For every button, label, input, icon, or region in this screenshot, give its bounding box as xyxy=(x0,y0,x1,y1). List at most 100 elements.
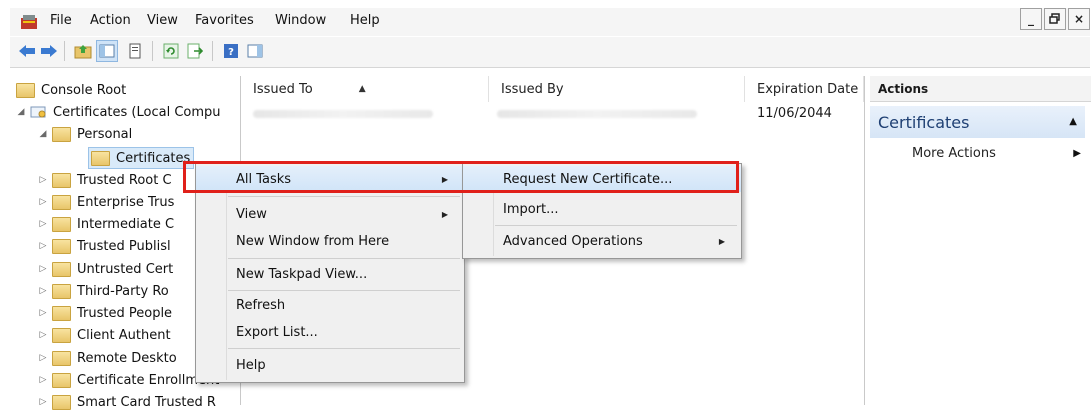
close-button[interactable]: × xyxy=(1068,8,1090,30)
tree-label: Third-Party Ro xyxy=(77,283,169,299)
window-controls: _ × xyxy=(1020,8,1090,30)
refresh-button[interactable] xyxy=(160,40,182,62)
menu-item-export-list[interactable]: Export List... xyxy=(196,319,464,345)
collapse-arrow-icon[interactable]: ◢ xyxy=(38,129,48,139)
menu-favorites[interactable]: Favorites xyxy=(195,13,254,28)
tree-item-certificates-local[interactable]: ◢ Certificates (Local Compu xyxy=(16,102,221,122)
tree-item-cert-enrollment[interactable]: ▷ Certificate Enrollment xyxy=(38,370,219,390)
context-menu: All Tasks ▶ View ▶ New Window from Here … xyxy=(195,163,465,383)
toolbar-separator xyxy=(152,41,153,61)
tree-item-client-auth[interactable]: ▷ Client Authent xyxy=(38,325,171,345)
folder-icon xyxy=(52,261,71,277)
expand-arrow-icon[interactable]: ▷ xyxy=(38,330,48,340)
show-hide-tree-button[interactable] xyxy=(96,40,118,62)
actions-section-certificates[interactable]: Certificates ▲ xyxy=(870,106,1085,138)
tree-label: Enterprise Trus xyxy=(77,194,175,210)
folder-icon xyxy=(52,172,71,188)
menu-item-view[interactable]: View ▶ xyxy=(196,201,464,227)
actions-pane: Actions Certificates ▲ More Actions ▶ xyxy=(870,76,1091,405)
menu-item-new-taskpad[interactable]: New Taskpad View... xyxy=(196,261,464,287)
tree-label: Client Authent xyxy=(77,327,171,343)
column-issued-to[interactable]: Issued To ▲ xyxy=(241,76,489,102)
expand-arrow-icon[interactable]: ▷ xyxy=(38,353,48,363)
expand-arrow-icon[interactable]: ▷ xyxy=(38,241,48,251)
submenu-arrow-icon: ▶ xyxy=(718,236,725,246)
submenu-arrow-icon: ▶ xyxy=(1073,148,1081,159)
menu-file[interactable]: File xyxy=(50,13,72,28)
mmc-app-icon[interactable] xyxy=(20,14,38,30)
svg-text:?: ? xyxy=(228,47,234,58)
forward-button[interactable] xyxy=(38,40,60,62)
restore-button[interactable] xyxy=(1044,8,1066,30)
column-label: Expiration Date xyxy=(757,81,859,97)
menu-window[interactable]: Window xyxy=(275,13,326,28)
toolbar-separator xyxy=(64,41,65,61)
restore-icon xyxy=(1049,13,1060,24)
column-issued-by[interactable]: Issued By xyxy=(489,76,745,102)
menu-item-label: Import... xyxy=(503,201,559,217)
tree-item-certificates-selected[interactable]: Certificates xyxy=(88,147,195,169)
tree-item-trusted-root[interactable]: ▷ Trusted Root C xyxy=(38,170,172,190)
tree-item-trusted-people[interactable]: ▷ Trusted People xyxy=(38,303,172,323)
tree-label: Intermediate C xyxy=(77,216,175,232)
menu-item-import[interactable]: Import... xyxy=(463,196,741,222)
menu-item-label: Help xyxy=(236,357,266,373)
submenu-arrow-icon: ▶ xyxy=(441,209,448,219)
menu-separator xyxy=(228,196,460,197)
tree-item-untrusted[interactable]: ▷ Untrusted Cert xyxy=(38,259,173,279)
mmc-window: File Action View Favorites Window Help _… xyxy=(0,0,1091,410)
menu-help[interactable]: Help xyxy=(350,13,380,28)
tree-item-intermediate[interactable]: ▷ Intermediate C xyxy=(38,214,174,234)
collapse-up-icon[interactable]: ▲ xyxy=(1069,116,1077,127)
properties-button[interactable] xyxy=(124,40,146,62)
menu-view[interactable]: View xyxy=(147,13,178,28)
tree-label: Trusted Root C xyxy=(77,172,172,188)
certificate-snapin-icon xyxy=(30,106,46,118)
minimize-button[interactable]: _ xyxy=(1020,8,1042,30)
actions-header: Actions xyxy=(870,76,1091,102)
menu-item-label: New Taskpad View... xyxy=(236,266,368,282)
tree-label: Certificates xyxy=(116,150,191,166)
expand-arrow-icon[interactable]: ▷ xyxy=(38,219,48,229)
tree-item-remote-desktop[interactable]: ▷ Remote Deskto xyxy=(38,348,177,368)
expand-arrow-icon[interactable]: ▷ xyxy=(38,397,48,407)
expand-arrow-icon[interactable]: ▷ xyxy=(38,175,48,185)
menu-action[interactable]: Action xyxy=(90,13,131,28)
tree-item-trusted-publishers[interactable]: ▷ Trusted Publisl xyxy=(38,236,171,256)
tree-item-personal[interactable]: ◢ Personal xyxy=(38,124,132,144)
menu-item-label: View xyxy=(236,206,267,222)
tree-item-enterprise-trust[interactable]: ▷ Enterprise Trus xyxy=(38,192,174,212)
expand-arrow-icon[interactable]: ▷ xyxy=(38,264,48,274)
help-button[interactable]: ? xyxy=(220,40,242,62)
export-list-button[interactable] xyxy=(184,40,206,62)
redacted-issued-to xyxy=(253,110,433,118)
show-action-pane-button[interactable] xyxy=(244,40,266,62)
tree-item-console-root[interactable]: Console Root xyxy=(16,80,126,100)
tree-label: Trusted Publisl xyxy=(77,238,171,254)
tree-label: Untrusted Cert xyxy=(77,261,174,277)
expand-arrow-icon[interactable]: ▷ xyxy=(38,308,48,318)
more-actions-link[interactable]: More Actions xyxy=(912,146,996,161)
menu-separator xyxy=(495,225,737,226)
folder-up-icon xyxy=(74,45,92,59)
expand-arrow-icon[interactable]: ▷ xyxy=(38,197,48,207)
menu-item-advanced-operations[interactable]: Advanced Operations ▶ xyxy=(463,228,741,254)
back-button[interactable] xyxy=(16,40,38,62)
tree-item-smart-card[interactable]: ▷ Smart Card Trusted R xyxy=(38,392,216,412)
menu-item-refresh[interactable]: Refresh xyxy=(196,292,464,318)
collapse-arrow-icon[interactable]: ◢ xyxy=(16,107,26,117)
menu-separator xyxy=(228,348,460,349)
menu-item-label: Export List... xyxy=(236,324,318,340)
tree-label: Certificates (Local Compu xyxy=(53,104,221,120)
actions-section-title: Certificates xyxy=(878,112,970,132)
menu-item-help[interactable]: Help xyxy=(196,352,464,378)
table-row[interactable]: 11/06/2044 xyxy=(241,102,864,124)
expand-arrow-icon[interactable]: ▷ xyxy=(38,286,48,296)
menu-item-new-window[interactable]: New Window from Here xyxy=(196,228,464,254)
tree-label: Remote Deskto xyxy=(77,350,177,366)
help-book-icon: ? xyxy=(224,44,238,58)
tree-item-third-party-root[interactable]: ▷ Third-Party Ro xyxy=(38,281,169,301)
column-expiration-date[interactable]: Expiration Date xyxy=(745,76,864,102)
expand-arrow-icon[interactable]: ▷ xyxy=(38,375,48,385)
up-level-button[interactable] xyxy=(72,40,94,62)
